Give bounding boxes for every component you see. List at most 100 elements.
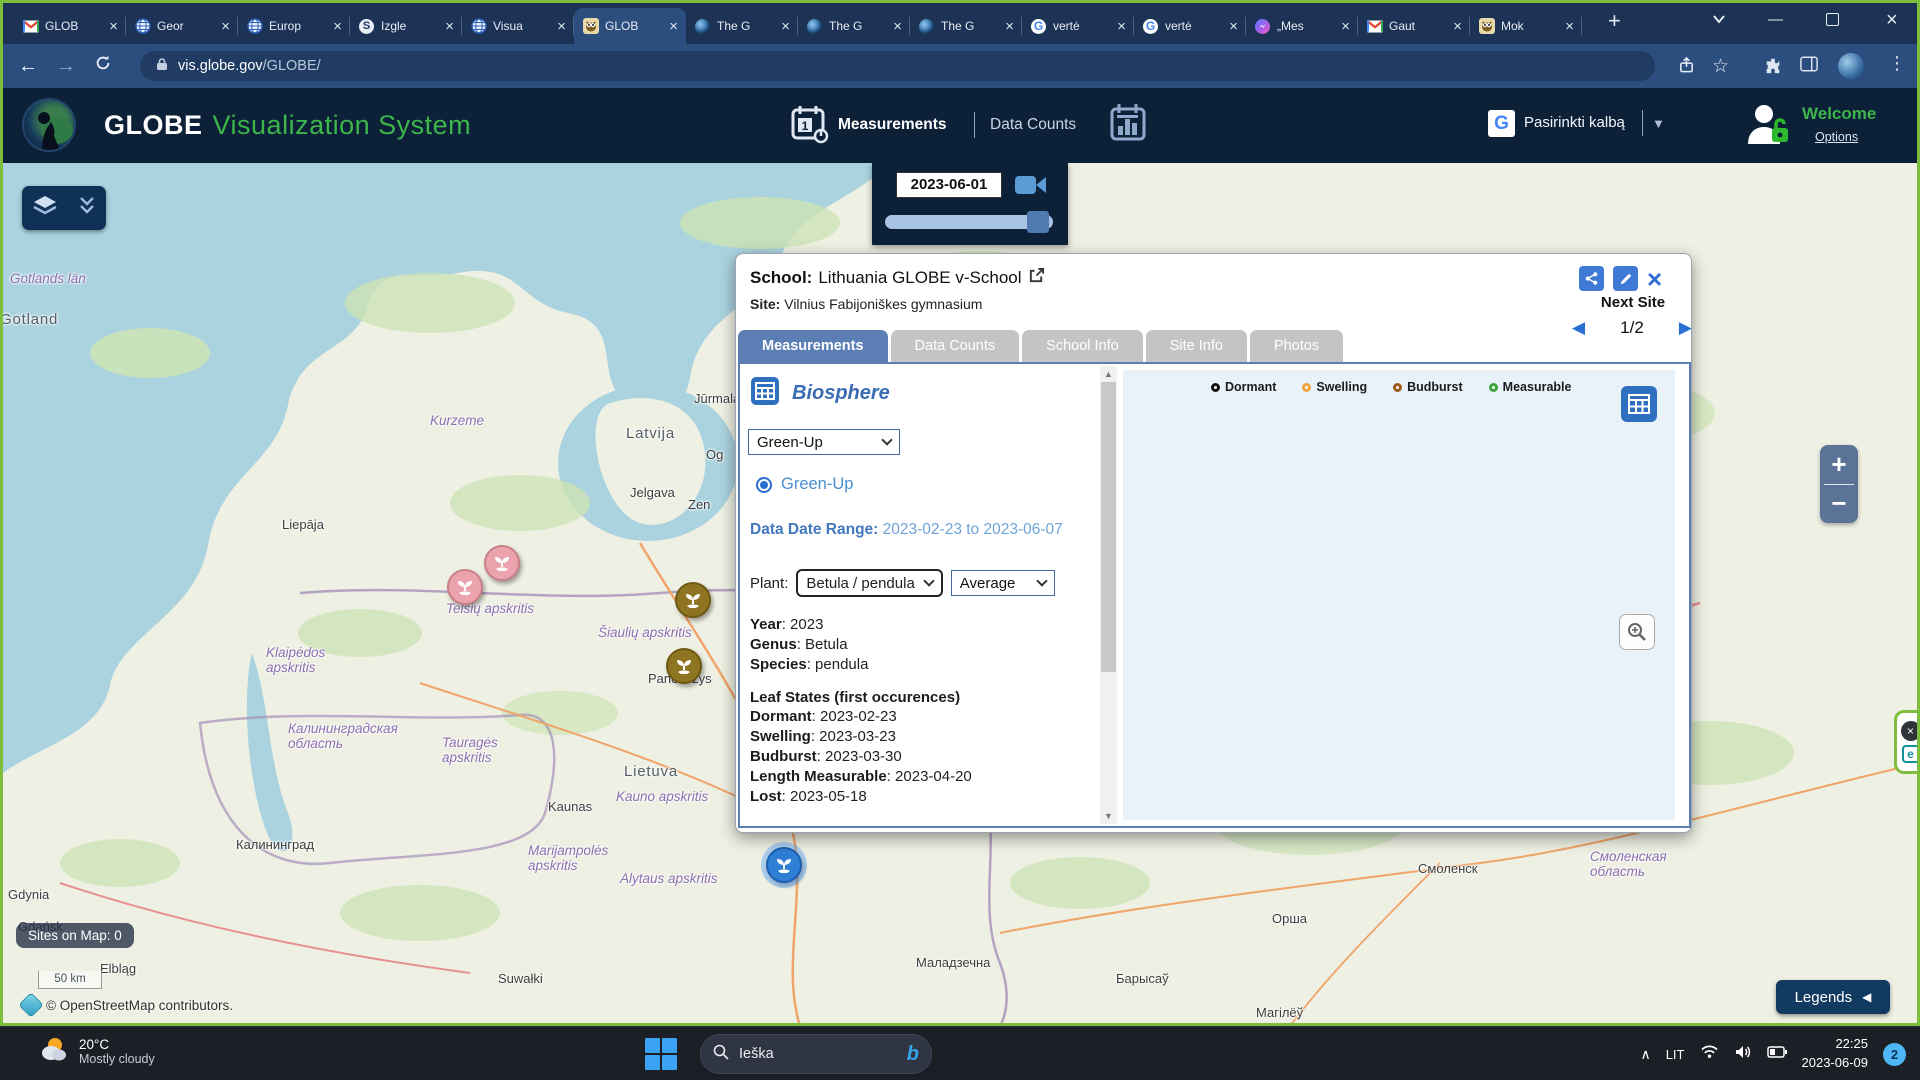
profile-avatar[interactable]	[1838, 53, 1864, 79]
maximize-button[interactable]	[1826, 13, 1839, 26]
tab-close-icon[interactable]: ×	[669, 19, 678, 34]
measurements-calendar-icon[interactable]: 1	[790, 104, 830, 151]
chart-zoom-button[interactable]	[1619, 614, 1655, 650]
scrollbar-thumb[interactable]	[1101, 382, 1116, 672]
address-bar[interactable]: vis.globe.gov/GLOBE/	[140, 51, 1655, 81]
flyout-close-icon[interactable]: ×	[1901, 721, 1920, 741]
browser-tab[interactable]: GLOB×	[574, 8, 686, 44]
bookmark-star-icon[interactable]: ☆	[1712, 55, 1729, 78]
browser-tab[interactable]: Gvertė×	[1022, 8, 1134, 44]
keyboard-language[interactable]: LIT	[1666, 1047, 1685, 1062]
tab-close-icon[interactable]: ×	[333, 19, 342, 34]
collapse-chevrons-icon[interactable]	[77, 195, 97, 222]
browser-tab[interactable]: GLOB×	[14, 8, 126, 44]
reload-button[interactable]	[94, 54, 112, 78]
radio-selected-icon[interactable]	[756, 477, 772, 493]
user-account-icon[interactable]	[1742, 100, 1794, 155]
minimize-button[interactable]: —	[1768, 11, 1783, 28]
language-dropdown-arrow[interactable]: ▼	[1652, 116, 1665, 131]
tab-close-icon[interactable]: ×	[1229, 19, 1238, 34]
start-button[interactable]	[645, 1038, 677, 1070]
tab-close-icon[interactable]: ×	[1117, 19, 1126, 34]
browser-tab[interactable]: Geor×	[126, 8, 238, 44]
nav-data-counts[interactable]: Data Counts	[990, 116, 1076, 134]
forward-button[interactable]: →	[56, 55, 76, 78]
tab-close-icon[interactable]: ×	[557, 19, 566, 34]
popup-close-button[interactable]: ×	[1647, 268, 1662, 290]
browser-tab[interactable]: The G×	[686, 8, 798, 44]
browser-tab[interactable]: Europ×	[238, 8, 350, 44]
tab-close-icon[interactable]: ×	[1565, 19, 1574, 34]
greenup-radio-row[interactable]: Green-Up	[756, 475, 1098, 494]
tab-close-icon[interactable]: ×	[221, 19, 230, 34]
biosphere-table-icon[interactable]	[750, 376, 780, 411]
weather-widget[interactable]: 20°C Mostly cloudy	[38, 1034, 155, 1069]
popup-tab-site-info[interactable]: Site Info	[1146, 330, 1247, 362]
attribution-text[interactable]: © OpenStreetMap contributors.	[46, 998, 233, 1013]
evernote-clipper-icon[interactable]: e	[1902, 745, 1920, 763]
clock[interactable]: 22:25 2023-06-09	[1802, 1035, 1869, 1073]
legends-button[interactable]: Legends ◀	[1776, 980, 1890, 1014]
browser-tab[interactable]: Gaut×	[1358, 8, 1470, 44]
tab-close-icon[interactable]: ×	[781, 19, 790, 34]
tray-chevron-up-icon[interactable]: ∧	[1640, 1046, 1650, 1063]
data-counts-calendar-icon[interactable]	[1108, 102, 1150, 151]
share-site-button[interactable]	[1579, 266, 1604, 291]
prev-site-arrow[interactable]: ◀	[1572, 318, 1585, 338]
zoom-out-button[interactable]: −	[1820, 484, 1858, 523]
edit-pencil-button[interactable]	[1613, 266, 1638, 291]
popup-tab-measurements[interactable]: Measurements	[738, 330, 888, 362]
statistic-select[interactable]: Average	[951, 570, 1055, 596]
side-panel-icon[interactable]	[1800, 56, 1818, 77]
site-marker-pink[interactable]	[484, 545, 520, 581]
protocol-select[interactable]: Green-Up	[748, 429, 900, 455]
back-button[interactable]: ←	[18, 55, 38, 78]
video-camera-icon[interactable]	[1014, 172, 1048, 203]
taskbar-search[interactable]: Ieška b	[700, 1034, 932, 1074]
popup-tab-school-info[interactable]: School Info	[1022, 330, 1143, 362]
site-marker-olive[interactable]	[675, 582, 711, 618]
date-slider[interactable]	[885, 215, 1053, 229]
site-marker-blue[interactable]	[766, 847, 802, 883]
tab-search-chevron-icon[interactable]	[1712, 12, 1726, 30]
google-translate-icon[interactable]: G	[1488, 110, 1515, 137]
popup-tab-photos[interactable]: Photos	[1250, 330, 1343, 362]
language-selector[interactable]: Pasirinkti kalbą	[1524, 114, 1625, 131]
external-link-icon[interactable]	[1028, 267, 1045, 289]
options-link[interactable]: Options	[1815, 130, 1858, 144]
next-site-arrow[interactable]: ▶	[1679, 318, 1692, 338]
tab-close-icon[interactable]: ×	[445, 19, 454, 34]
plant-select[interactable]: Betula / pendula	[796, 569, 942, 597]
leaflet-logo-icon[interactable]	[18, 992, 43, 1017]
nav-measurements[interactable]: Measurements	[838, 116, 947, 134]
notification-badge[interactable]: 2	[1883, 1043, 1906, 1066]
browser-tab[interactable]: Visua×	[462, 8, 574, 44]
globe-logo[interactable]	[22, 98, 76, 152]
site-marker-olive[interactable]	[666, 648, 702, 684]
volume-icon[interactable]	[1734, 1044, 1752, 1065]
new-tab-button[interactable]: +	[1608, 8, 1621, 34]
tab-close-icon[interactable]: ×	[1341, 19, 1350, 34]
wifi-icon[interactable]	[1700, 1044, 1719, 1064]
extension-flyout[interactable]: × e	[1894, 710, 1920, 774]
browser-tab[interactable]: Mok×	[1470, 8, 1582, 44]
date-input[interactable]: 2023-06-01	[896, 172, 1002, 198]
browser-tab[interactable]: The G×	[798, 8, 910, 44]
close-window-button[interactable]: ×	[1886, 9, 1898, 32]
tab-close-icon[interactable]: ×	[893, 19, 902, 34]
browser-menu-icon[interactable]: ⋮	[1888, 53, 1906, 74]
layers-control[interactable]	[22, 186, 106, 230]
browser-tab[interactable]: „Mes×	[1246, 8, 1358, 44]
popup-tab-data-counts[interactable]: Data Counts	[891, 330, 1020, 362]
tab-close-icon[interactable]: ×	[1453, 19, 1462, 34]
tab-close-icon[interactable]: ×	[109, 19, 118, 34]
browser-tab[interactable]: SIzgle×	[350, 8, 462, 44]
column-scrollbar[interactable]: ▲ ▼	[1100, 366, 1117, 824]
tab-close-icon[interactable]: ×	[1005, 19, 1014, 34]
browser-tab[interactable]: The G×	[910, 8, 1022, 44]
scroll-down-icon[interactable]: ▼	[1100, 811, 1117, 821]
scroll-up-icon[interactable]: ▲	[1100, 369, 1117, 379]
share-page-icon[interactable]	[1678, 56, 1695, 79]
extensions-puzzle-icon[interactable]	[1764, 56, 1782, 79]
zoom-in-button[interactable]: +	[1820, 445, 1858, 484]
